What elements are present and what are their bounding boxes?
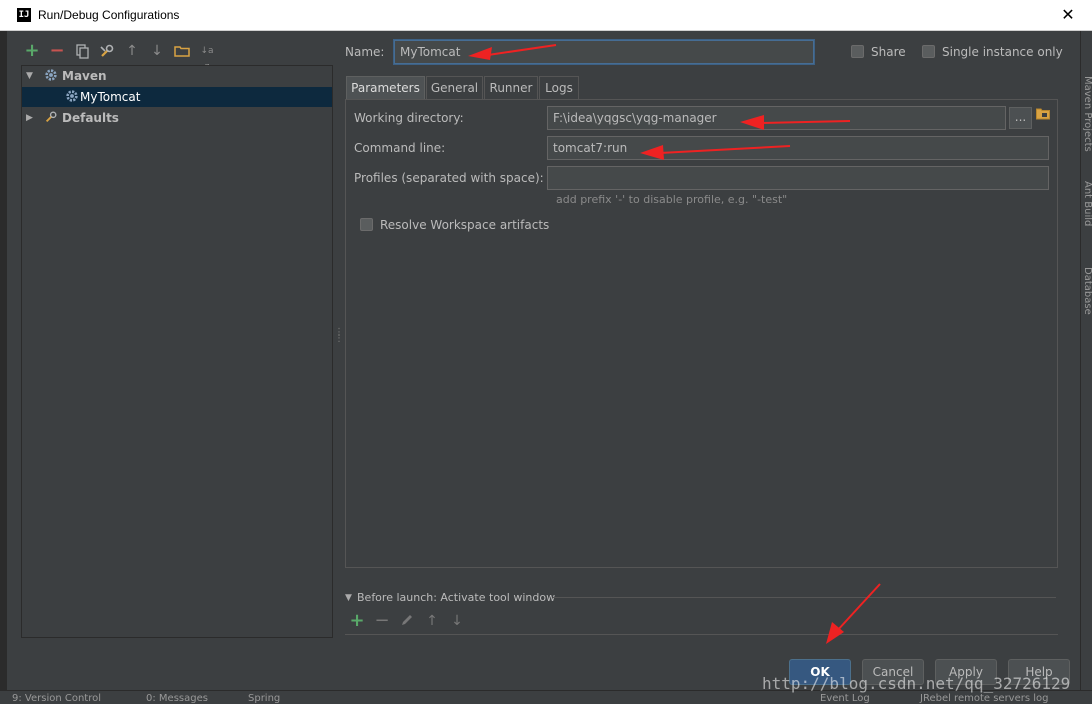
before-launch-move-up-button[interactable]: ↑ bbox=[424, 613, 440, 629]
select-module-folder-button[interactable] bbox=[1036, 108, 1050, 120]
ant-build-tool-label[interactable]: Ant Build bbox=[1082, 181, 1092, 226]
splitter-handle[interactable]: ⋮ ⋮ bbox=[334, 328, 344, 348]
close-button[interactable]: ✕ bbox=[1052, 4, 1084, 26]
tree-item-maven[interactable]: ▼ Maven bbox=[22, 66, 332, 86]
profiles-hint: add prefix '-' to disable profile, e.g. … bbox=[556, 193, 788, 206]
expand-arrow-icon[interactable]: ▼ bbox=[26, 66, 33, 86]
gear-icon bbox=[44, 68, 58, 88]
intellij-app-icon: IJ bbox=[17, 8, 31, 22]
before-launch-add-button[interactable]: + bbox=[349, 610, 365, 631]
collapse-arrow-icon[interactable]: ▶ bbox=[26, 108, 33, 128]
create-folder-button[interactable] bbox=[174, 43, 190, 59]
tab-general[interactable]: General bbox=[426, 76, 483, 99]
maven-projects-tool-label[interactable]: Maven Projects bbox=[1082, 76, 1092, 152]
sort-configurations-button[interactable]: ↓a z bbox=[199, 43, 215, 72]
profiles-input[interactable] bbox=[547, 166, 1049, 190]
folder-icon bbox=[174, 46, 190, 57]
resolve-workspace-checkbox[interactable] bbox=[360, 218, 373, 231]
wrench-icon bbox=[44, 110, 58, 130]
gear-icon bbox=[65, 89, 79, 109]
browse-button[interactable]: ... bbox=[1009, 107, 1032, 129]
name-label: Name: bbox=[345, 45, 385, 59]
window-title: Run/Debug Configurations bbox=[38, 8, 180, 22]
before-launch-separator bbox=[553, 597, 1056, 598]
tree-item-mytomcat[interactable]: MyTomcat bbox=[22, 87, 332, 107]
tree-item-label: Maven bbox=[62, 69, 107, 83]
title-bar: IJ Run/Debug Configurations ✕ bbox=[0, 0, 1092, 31]
before-launch-title[interactable]: Before launch: Activate tool window bbox=[357, 591, 555, 604]
wrench-icon bbox=[100, 44, 114, 57]
edit-defaults-button[interactable] bbox=[99, 43, 115, 59]
jrebel-log-tool[interactable]: JRebel remote servers log bbox=[920, 693, 1049, 704]
background-ide-right-strip: Maven Projects Ant Build Database bbox=[1080, 31, 1092, 704]
tab-parameters[interactable]: Parameters bbox=[346, 76, 425, 100]
tree-item-defaults[interactable]: ▶ Defaults bbox=[22, 108, 332, 128]
tab-runner[interactable]: Runner bbox=[484, 76, 538, 99]
run-debug-dialog: IJ Run/Debug Configurations ✕ Maven Proj… bbox=[0, 0, 1092, 704]
version-control-tool[interactable]: 9: Version Control bbox=[12, 693, 101, 704]
move-down-button[interactable]: ↓ bbox=[149, 43, 165, 59]
copy-configuration-button[interactable] bbox=[74, 43, 90, 59]
configurations-tree[interactable]: ▼ Maven MyTomcat ▶ Defaults bbox=[21, 65, 333, 638]
minus-icon: − bbox=[374, 610, 390, 631]
single-instance-label: Single instance only bbox=[942, 45, 1063, 59]
command-line-input[interactable]: tomcat7:run bbox=[547, 136, 1049, 160]
profiles-label: Profiles (separated with space): bbox=[354, 171, 544, 185]
before-launch-edit-button[interactable] bbox=[399, 613, 415, 629]
database-tool-label[interactable]: Database bbox=[1082, 267, 1092, 315]
before-launch-list-border bbox=[345, 634, 1058, 635]
pencil-icon bbox=[402, 615, 412, 625]
folder-icon bbox=[1036, 108, 1050, 120]
single-instance-checkbox[interactable] bbox=[922, 45, 935, 58]
arrow-down-icon: ↓ bbox=[451, 613, 463, 629]
before-launch-remove-button[interactable]: − bbox=[374, 610, 390, 631]
arrow-up-icon: ↑ bbox=[426, 613, 438, 629]
plus-icon: + bbox=[349, 610, 365, 631]
before-launch-collapse-icon[interactable]: ▼ bbox=[345, 593, 352, 603]
resolve-workspace-label: Resolve Workspace artifacts bbox=[380, 218, 550, 232]
name-input[interactable]: MyTomcat bbox=[394, 40, 814, 64]
remove-configuration-button[interactable]: − bbox=[49, 42, 65, 60]
move-up-button[interactable]: ↑ bbox=[124, 43, 140, 59]
spring-tool[interactable]: Spring bbox=[248, 693, 280, 704]
background-ide-left-strip bbox=[0, 31, 7, 704]
event-log-tool[interactable]: Event Log bbox=[820, 693, 870, 704]
before-launch-move-down-button[interactable]: ↓ bbox=[449, 613, 465, 629]
share-checkbox[interactable] bbox=[851, 45, 864, 58]
working-directory-input[interactable]: F:\idea\yqgsc\yqg-manager bbox=[547, 106, 1006, 130]
command-line-label: Command line: bbox=[354, 141, 446, 155]
watermark: http://blog.csdn.net/qq_32726129 bbox=[762, 674, 1071, 693]
copy-icon bbox=[76, 44, 89, 59]
tab-logs[interactable]: Logs bbox=[539, 76, 579, 99]
tree-item-label: MyTomcat bbox=[80, 90, 141, 104]
share-label: Share bbox=[871, 45, 906, 59]
add-configuration-button[interactable]: + bbox=[24, 42, 40, 60]
messages-tool[interactable]: 0: Messages bbox=[146, 693, 208, 704]
working-directory-label: Working directory: bbox=[354, 111, 464, 125]
tree-item-label: Defaults bbox=[62, 111, 119, 125]
